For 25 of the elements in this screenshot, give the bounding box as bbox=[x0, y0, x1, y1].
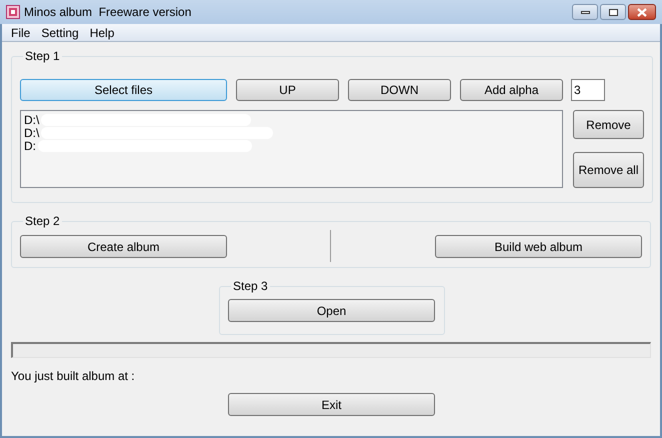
create-album-button[interactable]: Create album bbox=[20, 235, 227, 258]
alpha-field[interactable]: 3 bbox=[571, 79, 605, 101]
close-icon bbox=[637, 8, 647, 16]
toolbar-button[interactable]: DOWN bbox=[348, 79, 451, 101]
file-list[interactable]: D:\ D:\ D: bbox=[20, 110, 563, 188]
toolbar-button[interactable]: UP bbox=[236, 79, 339, 101]
exit-button[interactable]: Exit bbox=[228, 393, 435, 416]
group-title: Step 1 bbox=[24, 48, 61, 65]
menu-item[interactable]: File bbox=[6, 24, 36, 42]
group-title: Step 2 bbox=[24, 213, 61, 230]
window-title: Minos album Freeware version bbox=[24, 4, 192, 21]
open-button[interactable]: Open bbox=[228, 299, 435, 322]
menu-item[interactable]: Setting bbox=[36, 24, 84, 42]
minimize-button[interactable] bbox=[572, 4, 598, 20]
maximize-button[interactable] bbox=[600, 4, 626, 20]
build-web-album-button[interactable]: Build web album bbox=[435, 235, 642, 258]
status-text: You just built album at : bbox=[11, 368, 136, 385]
remove-all-button[interactable]: Remove all bbox=[573, 152, 644, 188]
album-icon bbox=[6, 5, 20, 19]
toolbar-button[interactable]: Add alpha bbox=[460, 79, 563, 101]
group-title: Step 3 bbox=[232, 278, 269, 295]
close-button[interactable] bbox=[628, 4, 656, 20]
menu-item[interactable]: Help bbox=[84, 24, 120, 42]
toolbar-button[interactable]: Select files bbox=[20, 79, 227, 101]
remove-button[interactable]: Remove bbox=[573, 110, 644, 139]
